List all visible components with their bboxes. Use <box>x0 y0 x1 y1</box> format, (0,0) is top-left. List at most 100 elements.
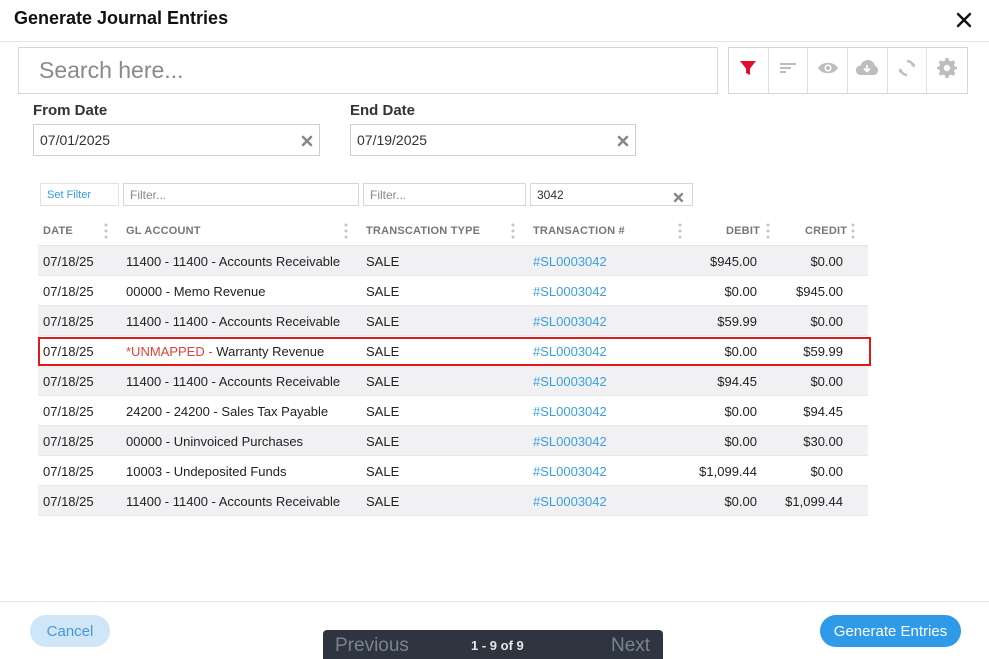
dialog-header: Generate Journal Entries <box>0 0 989 42</box>
cell-credit: $59.99 <box>803 344 843 359</box>
transaction-link[interactable]: #SL0003042 <box>533 404 607 419</box>
cell-date: 07/18/25 <box>43 344 94 359</box>
cell-transaction-type: SALE <box>366 374 400 389</box>
transaction-number-filter-input[interactable] <box>531 184 692 205</box>
cell-gl-account: 24200 - 24200 - Sales Tax Payable <box>126 404 328 419</box>
from-date-input[interactable] <box>34 125 319 155</box>
table-row-unmapped[interactable]: 07/18/25 *UNMAPPED - Warranty Revenue SA… <box>38 336 868 366</box>
next-page-button[interactable]: Next <box>611 635 650 657</box>
cell-date: 07/18/25 <box>43 494 94 509</box>
gl-account-name: 11400 - 11400 - Accounts Receivable <box>126 254 341 269</box>
cell-transaction-type: SALE <box>366 434 400 449</box>
cell-gl-account: 11400 - 11400 - Accounts Receivable <box>126 314 340 329</box>
sort-icon <box>779 59 797 82</box>
cell-credit: $94.45 <box>803 404 843 419</box>
cell-debit: $0.00 <box>724 404 757 419</box>
gl-account-name: 00000 - Uninvoiced Purchases <box>126 434 304 449</box>
filter-button[interactable] <box>729 48 769 93</box>
clear-from-date-icon[interactable] <box>301 134 313 147</box>
column-header-credit[interactable]: CREDIT <box>805 225 847 237</box>
column-header-transaction-type[interactable]: TRANSCATION TYPE <box>366 225 480 237</box>
view-button[interactable] <box>808 48 849 93</box>
filter-icon <box>739 59 757 82</box>
column-header-transaction-number[interactable]: TRANSACTION # <box>533 225 625 237</box>
generate-entries-button[interactable]: Generate Entries <box>820 615 961 647</box>
column-header-gl-account[interactable]: GL ACCOUNT <box>126 225 201 237</box>
sort-button[interactable] <box>769 48 809 93</box>
transaction-link[interactable]: #SL0003042 <box>533 344 607 359</box>
cell-debit: $59.99 <box>717 314 757 329</box>
cell-transaction-type: SALE <box>366 464 400 479</box>
cell-date: 07/18/25 <box>43 284 94 299</box>
gl-account-name: 11400 - 11400 - Accounts Receivable <box>126 314 341 329</box>
column-menu-icon[interactable] <box>851 222 855 240</box>
table-row[interactable]: 07/18/25 24200 - 24200 - Sales Tax Payab… <box>38 396 868 426</box>
transaction-link[interactable]: #SL0003042 <box>533 254 607 269</box>
cell-credit: $1,099.44 <box>785 494 843 509</box>
table-row[interactable]: 07/18/25 11400 - 11400 - Accounts Receiv… <box>38 306 868 336</box>
transaction-link[interactable]: #SL0003042 <box>533 284 607 299</box>
column-menu-icon[interactable] <box>678 222 682 240</box>
cell-debit: $945.00 <box>710 254 757 269</box>
table-row[interactable]: 07/18/25 11400 - 11400 - Accounts Receiv… <box>38 486 868 516</box>
cell-debit: $1,099.44 <box>699 464 757 479</box>
cell-gl-account: 11400 - 11400 - Accounts Receivable <box>126 374 340 389</box>
transaction-type-filter <box>363 183 526 206</box>
transaction-link[interactable]: #SL0003042 <box>533 494 607 509</box>
cancel-button[interactable]: Cancel <box>30 615 110 647</box>
end-date-label: End Date <box>350 102 416 119</box>
dialog-title: Generate Journal Entries <box>14 8 229 28</box>
download-button[interactable] <box>848 48 888 93</box>
clear-end-date-icon[interactable] <box>617 134 629 147</box>
unmapped-label: *UNMAPPED - <box>126 344 217 359</box>
transaction-link[interactable]: #SL0003042 <box>533 314 607 329</box>
cell-date: 07/18/25 <box>43 434 94 449</box>
gear-icon <box>937 58 958 83</box>
transaction-link[interactable]: #SL0003042 <box>533 434 607 449</box>
cell-debit: $0.00 <box>724 434 757 449</box>
from-date-label: From Date <box>33 102 108 119</box>
column-header-date[interactable]: DATE <box>43 225 73 237</box>
cell-gl-account: 00000 - Uninvoiced Purchases <box>126 434 303 449</box>
close-icon[interactable] <box>952 8 976 32</box>
cell-date: 07/18/25 <box>43 314 94 329</box>
cell-credit: $0.00 <box>810 374 843 389</box>
clear-transaction-filter-icon[interactable] <box>673 190 684 203</box>
gl-account-filter-input[interactable] <box>124 184 358 205</box>
column-filter-row: Set Filter <box>0 183 989 207</box>
table-row[interactable]: 07/18/25 11400 - 11400 - Accounts Receiv… <box>38 246 868 276</box>
cell-credit: $0.00 <box>810 314 843 329</box>
transaction-link[interactable]: #SL0003042 <box>533 464 607 479</box>
end-date-input[interactable] <box>351 125 635 155</box>
column-menu-icon[interactable] <box>511 222 515 240</box>
gl-account-name: Warranty Revenue <box>216 344 325 359</box>
table-row[interactable]: 07/18/25 00000 - Memo Revenue SALE #SL00… <box>38 276 868 306</box>
column-menu-icon[interactable] <box>344 222 348 240</box>
cell-credit: $945.00 <box>796 284 843 299</box>
cell-date: 07/18/25 <box>43 374 94 389</box>
set-filter-button[interactable]: Set Filter <box>40 183 119 206</box>
column-menu-icon[interactable] <box>104 222 108 240</box>
end-date-field <box>350 124 636 156</box>
cell-gl-account: 10003 - Undeposited Funds <box>126 464 286 479</box>
column-header-debit[interactable]: DEBIT <box>726 225 760 237</box>
cell-transaction-type: SALE <box>366 494 400 509</box>
cell-debit: $0.00 <box>724 494 757 509</box>
cell-gl-account: *UNMAPPED - Warranty Revenue <box>126 344 324 359</box>
table-row[interactable]: 07/18/25 00000 - Uninvoiced Purchases SA… <box>38 426 868 456</box>
settings-button[interactable] <box>927 48 967 93</box>
from-date-field <box>33 124 320 156</box>
transaction-link[interactable]: #SL0003042 <box>533 374 607 389</box>
cell-transaction-type: SALE <box>366 404 400 419</box>
table-row[interactable]: 07/18/25 10003 - Undeposited Funds SALE … <box>38 456 868 486</box>
cell-transaction-type: SALE <box>366 344 400 359</box>
search-input[interactable] <box>19 48 717 93</box>
cell-transaction-type: SALE <box>366 284 400 299</box>
column-menu-icon[interactable] <box>766 222 770 240</box>
grid-header: DATE GL ACCOUNT TRANSCATION TYPE TRANSAC… <box>38 216 868 246</box>
refresh-button[interactable] <box>888 48 928 93</box>
previous-page-button[interactable]: Previous <box>335 635 409 657</box>
table-row[interactable]: 07/18/25 11400 - 11400 - Accounts Receiv… <box>38 366 868 396</box>
refresh-icon <box>898 59 916 82</box>
transaction-type-filter-input[interactable] <box>364 184 525 205</box>
